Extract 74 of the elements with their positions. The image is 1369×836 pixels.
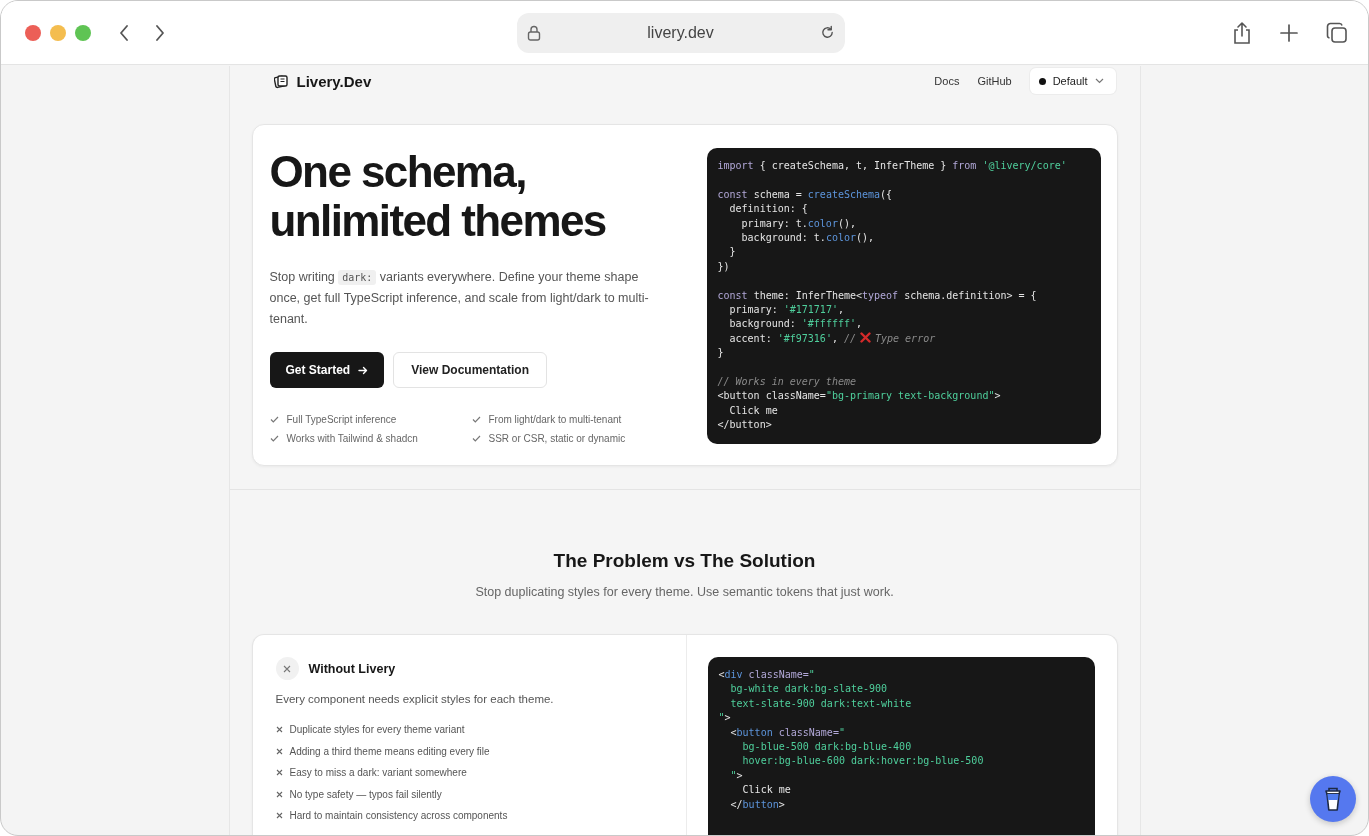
code-line: bg-white dark:bg-slate-900	[729, 682, 889, 697]
code-line: <div className="	[718, 668, 816, 682]
code-line: background: t.color(),	[740, 231, 876, 245]
check-icon	[471, 416, 481, 423]
new-tab-icon[interactable]	[1280, 23, 1298, 42]
problem-text: Hard to maintain consistency across components	[289, 810, 508, 822]
lock-icon	[527, 24, 541, 41]
stacked-cards-icon	[273, 73, 290, 89]
theme-select[interactable]: Default	[1029, 68, 1116, 94]
feature-text: From light/dark to multi-tenant	[488, 414, 622, 425]
share-icon[interactable]	[1232, 20, 1252, 45]
code-line: </button>	[717, 418, 773, 433]
problem-text: Adding a third theme means editing every file	[289, 745, 490, 757]
code-line: })	[717, 259, 731, 274]
address-bar[interactable]: livery.dev	[517, 12, 845, 53]
cross-icon	[275, 747, 283, 755]
code-line: ">	[729, 768, 744, 783]
coffee-cup-button[interactable]	[1310, 776, 1356, 822]
chevron-down-icon	[1094, 78, 1104, 84]
tabs-overview-icon[interactable]	[1326, 21, 1348, 44]
problem-text: Duplicate styles for every theme variant	[289, 724, 465, 736]
code-line: }	[717, 346, 725, 361]
cross-icon	[275, 812, 283, 820]
problem-text: Easy to miss a dark: variant somewhere	[289, 767, 467, 779]
reload-icon[interactable]	[820, 25, 835, 40]
code-line: accent: '#f97316', // Type error	[728, 331, 937, 346]
code-line: <button className="	[729, 725, 846, 740]
code-line: import { createSchema, t, InferTheme } from '@livery/core'	[717, 159, 1068, 173]
coffee-cup-icon	[1322, 786, 1344, 812]
code-line: text-slate-900 dark:text-white	[729, 696, 913, 711]
card-title: Without Livery	[308, 661, 396, 676]
cross-icon	[860, 331, 871, 343]
feature-text: Works with Tailwind & shadcn	[286, 433, 418, 444]
nav-link[interactable]: Docs	[934, 75, 960, 87]
code-line: // Works in every theme	[717, 375, 857, 390]
card-description: Every component needs explicit styles for each theme.	[275, 693, 555, 705]
code-line: primary: '#171717',	[728, 303, 845, 318]
hero-description: Stop writing dark: variants everywhere. Define your theme shape once, get full TypeScript inference, and scale from light/dark to multi-tenant.	[269, 269, 650, 328]
hero-title: One schema, unlimited themes	[269, 147, 607, 245]
documentation-button[interactable]: View Documentation	[393, 352, 547, 388]
section-subtitle: Stop duplicating styles for every theme. Use semantic tokens that just work.	[474, 585, 895, 599]
code-line: ">	[718, 711, 732, 726]
dot-icon	[1038, 77, 1046, 85]
back-icon[interactable]	[119, 24, 129, 41]
code-line: }	[728, 245, 737, 260]
check-icon	[471, 435, 481, 442]
check-icon	[269, 416, 279, 423]
nav-link[interactable]: GitHub	[977, 75, 1012, 87]
feature-text: SSR or CSR, static or dynamic	[488, 433, 626, 444]
code-line: </button>	[729, 797, 786, 812]
x-circle-icon	[275, 657, 299, 680]
code-line: bg-blue-500 dark:bg-blue-400	[741, 740, 913, 755]
code-line: primary: t.color(),	[740, 216, 857, 231]
section-title: The Problem vs The Solution	[552, 550, 817, 572]
arrow-right-icon	[358, 365, 369, 375]
forward-icon[interactable]	[155, 24, 165, 41]
get-started-button[interactable]: Get Started	[269, 352, 385, 388]
code-line: definition: {	[728, 202, 809, 217]
cross-icon	[275, 790, 283, 798]
problem-text: No type safety — typos fail silently	[289, 788, 442, 800]
cross-icon	[275, 726, 283, 734]
code-line: Click me	[741, 783, 792, 798]
code-line: <button className="bg-primary text-background">	[717, 389, 1002, 404]
check-icon	[269, 435, 279, 442]
site-logo-text[interactable]: Livery.Dev	[296, 72, 372, 90]
code-line: background: '#ffffff',	[728, 317, 863, 332]
url-text: livery.dev	[646, 23, 715, 42]
feature-text: Full TypeScript inference	[286, 414, 397, 425]
code-line: const theme: InferTheme<typeof schema.definition> = {	[717, 288, 1038, 303]
code-line: Click me	[728, 403, 779, 418]
code-line: const schema = createSchema({	[717, 187, 894, 202]
close-window-button[interactable]	[25, 24, 41, 41]
code-line: hover:bg-blue-600 dark:hover:bg-blue-500	[741, 754, 985, 769]
cross-icon	[275, 769, 283, 777]
